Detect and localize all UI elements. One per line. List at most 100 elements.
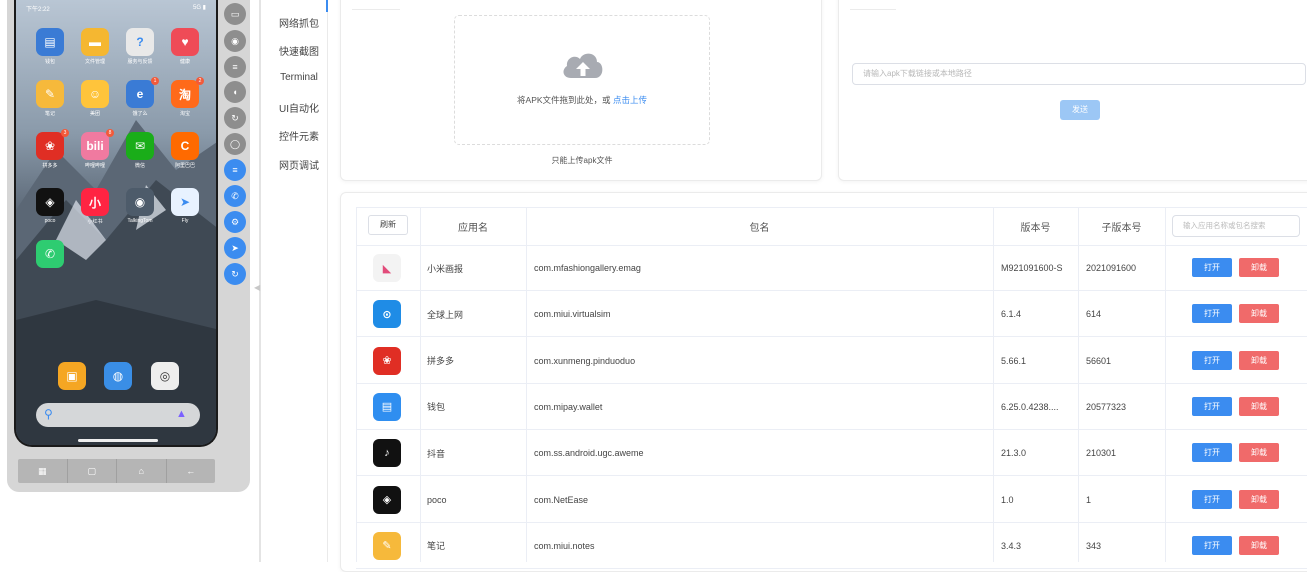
menu-item-screenshot[interactable]: 快速截图 [270,43,328,58]
card-header-line [850,9,896,10]
phone-app[interactable]: C 阿里巴巴 [169,132,201,169]
back-key-icon[interactable]: ← [167,459,216,483]
phone-app[interactable]: ◈ poco [34,188,66,224]
uninstall-app-button[interactable]: 卸载 [1239,304,1279,324]
refresh-button[interactable]: 刷新 [368,215,408,235]
open-app-button[interactable]: 打开 [1192,443,1232,463]
open-app-button[interactable]: 打开 [1192,396,1232,416]
wallet-icon: ▤ [373,392,401,421]
package-cell: com.NetEase [534,494,589,505]
phone-app[interactable]: ▬ 文件管理 [79,28,111,65]
feedback-icon: ? [126,28,154,56]
menu-item-terminal[interactable]: Terminal [270,72,328,83]
subversion-cell: 1 [1086,494,1092,505]
screen-record-icon[interactable]: ▭ [224,3,246,25]
panel-divider[interactable] [259,0,261,562]
phone-app[interactable]: ❀ 3 拼多多 [34,129,69,169]
eye-icon[interactable]: ◉ [224,30,246,52]
refresh-icon[interactable]: ↻ [224,263,246,285]
apk-url-input[interactable]: 请输入apk下载链接或本地路径 [852,63,1306,85]
app-search-input[interactable]: 输入应用名称或包名搜索 [1172,215,1300,237]
uninstall-app-button[interactable]: 卸载 [1239,396,1279,416]
assistant-icon: ▲ [176,408,187,420]
upload-tip: 只能上传apk文件 [551,156,613,165]
volume-up-icon[interactable]: ≡ [224,56,246,78]
dropzone-text: 将APK文件拖到此处，或 点击上传 [454,94,710,106]
send-button[interactable]: 发送 [1060,100,1100,120]
phone-app[interactable]: 淘 2 淘宝 [169,77,204,117]
pinduoduo-icon: ❀ [36,132,64,160]
cloud-upload-icon [563,53,603,78]
uninstall-app-button[interactable]: 卸载 [1239,535,1279,555]
phone-app-label: poco [44,218,56,224]
phone-search-bar[interactable]: ⚲ ▲ [36,403,200,427]
notes-icon: ✎ [36,80,64,108]
phone-app[interactable]: ✎ 笔记 [34,80,66,117]
phone-app[interactable]: ☺ 美团 [79,80,111,117]
phone-icon[interactable]: ✆ [224,185,246,207]
package-cell: com.ss.android.ugc.aweme [534,448,644,459]
phone-call-icon: ✆ [36,240,64,268]
power-icon[interactable]: ◯ [224,133,246,155]
phone-app[interactable]: 小小红书 [79,188,111,225]
dock-app[interactable]: ▣ [56,362,88,390]
phone-app[interactable]: ◉ TalkingTom [124,188,156,224]
subversion-cell: 210301 [1086,448,1117,459]
dock-app[interactable]: ◍ [102,362,134,390]
mi-gallery-icon: ◣ [373,254,401,282]
open-app-button[interactable]: 打开 [1192,304,1232,324]
recent-apps-icon[interactable]: ▢ [68,459,117,483]
open-app-button[interactable]: 打开 [1192,535,1232,555]
dock-app[interactable]: ◎ [149,362,181,390]
phone-app[interactable]: ✆ [34,240,66,270]
xiaohongshu-icon: 小 [81,188,109,216]
open-app-button[interactable]: 打开 [1192,350,1232,370]
phone-app[interactable]: ♥ 健康 [169,28,201,65]
menu-item-widget-elements[interactable]: 控件元素 [270,128,328,143]
menu-item-ui-automation[interactable]: UI自动化 [270,100,328,115]
keyboard-icon[interactable]: ≡ [224,159,246,181]
alibaba-icon: C [171,132,199,160]
uninstall-app-button[interactable]: 卸载 [1239,443,1279,463]
phone-app[interactable]: ➤ Fly [169,188,201,224]
menu-key-icon[interactable]: ▦ [18,459,68,483]
uninstall-app-button[interactable]: 卸载 [1239,350,1279,370]
phone-app[interactable]: ? 服务与反馈 [124,28,156,65]
uninstall-app-button[interactable]: 卸载 [1239,258,1279,277]
open-app-button[interactable]: 打开 [1192,258,1232,277]
phone-app-label: Fly [181,218,189,224]
home-indicator [78,439,158,442]
click-upload-link[interactable]: 点击上传 [613,95,647,105]
menu-item-network-capture[interactable]: 网络抓包 [270,15,328,30]
home-key-icon[interactable]: ⌂ [117,459,167,483]
phone-app[interactable]: bili 8 哔哩哔哩 [79,129,114,169]
uninstall-app-button[interactable]: 卸载 [1239,489,1279,509]
phone-app-label: 拼多多 [42,163,58,169]
phone-app[interactable]: ▤ 钱包 [34,28,66,65]
drop-instruction: 将APK文件拖到此处，或 [517,95,611,105]
header-subversion: 子版本号 [1101,222,1142,234]
app-name-cell: 拼多多 [427,356,455,367]
rotate-icon[interactable]: ↻ [224,107,246,129]
notification-badge: 8 [106,129,114,137]
collapse-handle-icon[interactable]: ◀ [254,283,264,293]
menu-item-web-debug[interactable]: 网页调试 [270,157,328,172]
phone-app-label: 钱包 [44,59,55,65]
wallet-icon: ▤ [36,28,64,56]
settings-icon[interactable]: ⚙ [224,211,246,233]
subversion-cell: 614 [1086,309,1102,320]
phone-app-label: 哔哩哔哩 [84,163,105,169]
phone-app[interactable]: ✉ 微信 [124,132,156,169]
phone-app-label: 淘宝 [179,111,190,117]
open-app-button[interactable]: 打开 [1192,489,1232,509]
version-cell: 5.66.1 [1001,355,1027,366]
subversion-cell: 20577323 [1086,401,1127,412]
phone-screen[interactable]: 下午2:22 5G ▮ ▤ 钱包 ▬ 文件管理 ? 服务与反馈 ♥ 健康 ✎ 笔记 ☺ 美团 e 1 饿了么… [14,0,218,447]
package-cell: com.mipay.wallet [534,401,603,412]
status-bar: 下午2:22 5G ▮ [16,2,216,16]
send-icon[interactable]: ➤ [224,237,246,259]
app-name-cell: 小米画报 [427,263,464,274]
eleme-icon: e [126,80,154,108]
phone-app[interactable]: e 1 饿了么 [124,77,159,117]
volume-down-icon[interactable]: ◖ [224,81,246,103]
